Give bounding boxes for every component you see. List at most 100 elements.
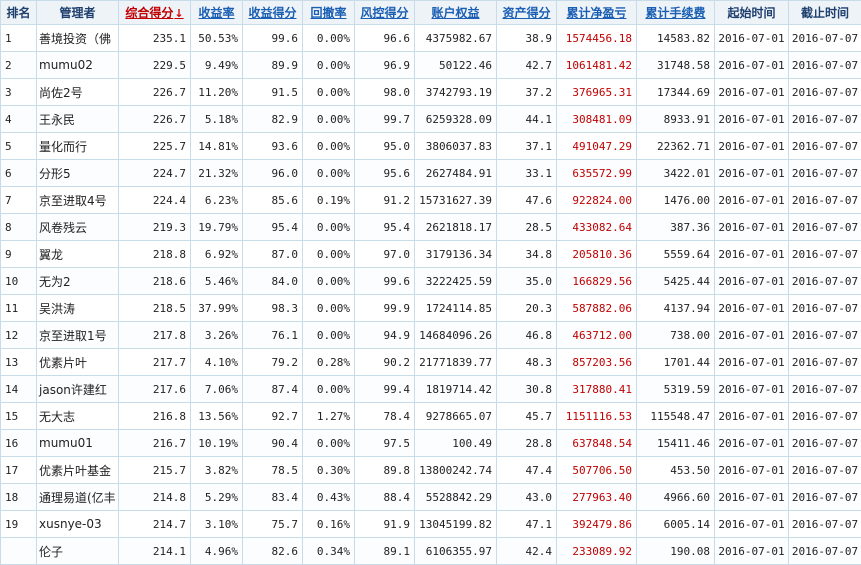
drawdown-rate-cell: 0.00% [303, 241, 355, 268]
drawdown-rate-cell: 0.00% [303, 376, 355, 403]
end-date-cell: 2016-07-07 [789, 241, 861, 268]
composite-score-cell: 218.6 [119, 268, 191, 295]
header-return-rate[interactable]: 收益率 [191, 1, 243, 25]
account-equity-cell: 50122.46 [415, 52, 497, 79]
net-profit-cell: 1151116.53 [557, 403, 637, 430]
rank-cell: 18 [1, 484, 37, 511]
net-profit-cell: 277963.40 [557, 484, 637, 511]
asset-score-cell: 46.8 [497, 322, 557, 349]
return-rate-cell: 11.20% [191, 79, 243, 106]
start-date-cell: 2016-07-01 [715, 457, 789, 484]
asset-score-cell: 28.5 [497, 214, 557, 241]
drawdown-rate-cell: 0.00% [303, 430, 355, 457]
end-date-cell: 2016-07-07 [789, 430, 861, 457]
header-drawdown-rate[interactable]: 回撤率 [303, 1, 355, 25]
rank-cell: 9 [1, 241, 37, 268]
risk-score-cell: 91.2 [355, 187, 415, 214]
header-asset-score[interactable]: 资产得分 [497, 1, 557, 25]
start-date-cell: 2016-07-01 [715, 52, 789, 79]
risk-score-cell: 95.0 [355, 133, 415, 160]
return-score-cell: 95.4 [243, 214, 303, 241]
composite-score-cell: 214.1 [119, 538, 191, 565]
manager-cell: 无大志 [37, 403, 119, 430]
net-profit-cell: 205810.36 [557, 241, 637, 268]
risk-score-cell: 89.1 [355, 538, 415, 565]
table-row: 11吴洪涛218.537.99%98.30.00%99.91724114.852… [1, 295, 861, 322]
return-rate-cell: 3.26% [191, 322, 243, 349]
return-rate-cell: 9.49% [191, 52, 243, 79]
header-net-profit[interactable]: 累计净盈亏 [557, 1, 637, 25]
net-profit-cell: 433082.64 [557, 214, 637, 241]
table-row: 12京至进取1号217.83.26%76.10.00%94.914684096.… [1, 322, 861, 349]
composite-score-cell: 217.6 [119, 376, 191, 403]
net-profit-cell: 491047.29 [557, 133, 637, 160]
account-equity-cell: 2621818.17 [415, 214, 497, 241]
table-body: 1善境投资（佛235.150.53%99.60.00%96.64375982.6… [1, 25, 861, 565]
header-account-equity[interactable]: 账户权益 [415, 1, 497, 25]
composite-score-cell: 214.8 [119, 484, 191, 511]
composite-score-cell: 217.7 [119, 349, 191, 376]
table-row: 7京至进取4号224.46.23%85.60.19%91.215731627.3… [1, 187, 861, 214]
start-date-cell: 2016-07-01 [715, 484, 789, 511]
return-rate-cell: 37.99% [191, 295, 243, 322]
composite-score-cell: 218.5 [119, 295, 191, 322]
end-date-cell: 2016-07-07 [789, 403, 861, 430]
end-date-cell: 2016-07-07 [789, 133, 861, 160]
ranking-table: 排名管理者综合得分↓收益率收益得分回撤率风控得分账户权益资产得分累计净盈亏累计手… [0, 0, 861, 565]
asset-score-cell: 45.7 [497, 403, 557, 430]
composite-score-cell: 215.7 [119, 457, 191, 484]
header-risk-score[interactable]: 风控得分 [355, 1, 415, 25]
asset-score-cell: 42.7 [497, 52, 557, 79]
risk-score-cell: 96.9 [355, 52, 415, 79]
end-date-cell: 2016-07-07 [789, 106, 861, 133]
drawdown-rate-cell: 0.00% [303, 25, 355, 52]
net-profit-cell: 376965.31 [557, 79, 637, 106]
table-row: 16mumu01216.710.19%90.40.00%97.5100.4928… [1, 430, 861, 457]
return-score-cell: 93.6 [243, 133, 303, 160]
drawdown-rate-cell: 0.16% [303, 511, 355, 538]
return-rate-cell: 19.79% [191, 214, 243, 241]
start-date-cell: 2016-07-01 [715, 187, 789, 214]
return-rate-cell: 6.23% [191, 187, 243, 214]
rank-cell: 4 [1, 106, 37, 133]
start-date-cell: 2016-07-01 [715, 25, 789, 52]
rank-cell: 1 [1, 25, 37, 52]
start-date-cell: 2016-07-01 [715, 403, 789, 430]
total-fees-cell: 8933.91 [637, 106, 715, 133]
header-return-score[interactable]: 收益得分 [243, 1, 303, 25]
total-fees-cell: 115548.47 [637, 403, 715, 430]
rank-cell: 13 [1, 349, 37, 376]
return-rate-cell: 14.81% [191, 133, 243, 160]
total-fees-cell: 190.08 [637, 538, 715, 565]
start-date-cell: 2016-07-01 [715, 241, 789, 268]
asset-score-cell: 37.2 [497, 79, 557, 106]
total-fees-cell: 31748.58 [637, 52, 715, 79]
risk-score-cell: 98.0 [355, 79, 415, 106]
risk-score-cell: 99.9 [355, 295, 415, 322]
header-composite-score[interactable]: 综合得分↓ [119, 1, 191, 25]
rank-cell: 12 [1, 322, 37, 349]
return-score-cell: 78.5 [243, 457, 303, 484]
header-label: 起始时间 [727, 6, 775, 20]
start-date-cell: 2016-07-01 [715, 214, 789, 241]
account-equity-cell: 13800242.74 [415, 457, 497, 484]
table-row: 13优素片叶217.74.10%79.20.28%90.221771839.77… [1, 349, 861, 376]
net-profit-cell: 637848.54 [557, 430, 637, 457]
account-equity-cell: 3806037.83 [415, 133, 497, 160]
total-fees-cell: 5319.59 [637, 376, 715, 403]
header-manager: 管理者 [37, 1, 119, 25]
manager-cell: 量化而行 [37, 133, 119, 160]
start-date-cell: 2016-07-01 [715, 349, 789, 376]
manager-cell: 吴洪涛 [37, 295, 119, 322]
account-equity-cell: 3742793.19 [415, 79, 497, 106]
return-score-cell: 89.9 [243, 52, 303, 79]
return-rate-cell: 6.92% [191, 241, 243, 268]
rank-cell: 10 [1, 268, 37, 295]
table-header: 排名管理者综合得分↓收益率收益得分回撤率风控得分账户权益资产得分累计净盈亏累计手… [1, 1, 861, 25]
return-rate-cell: 5.29% [191, 484, 243, 511]
total-fees-cell: 22362.71 [637, 133, 715, 160]
header-label: 资产得分 [502, 6, 550, 20]
drawdown-rate-cell: 0.00% [303, 106, 355, 133]
header-total-fees[interactable]: 累计手续费 [637, 1, 715, 25]
account-equity-cell: 3222425.59 [415, 268, 497, 295]
